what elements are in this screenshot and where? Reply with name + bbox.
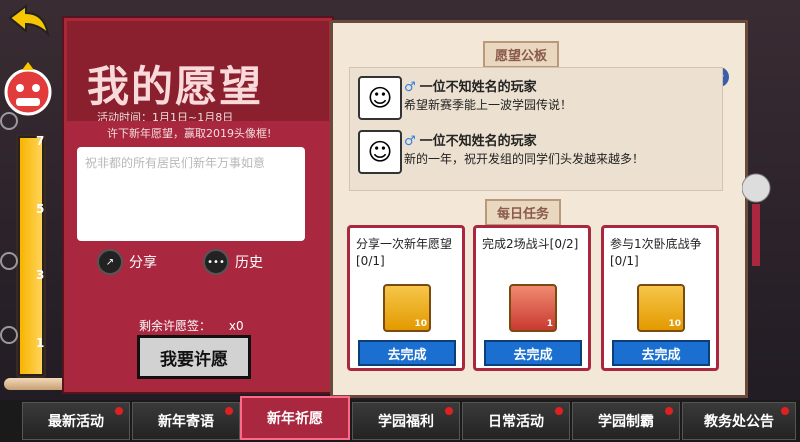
task-card: 完成2场战斗[0/2] 1 去完成 bbox=[473, 225, 591, 371]
task-text: 分享一次新年愿望[0/1] bbox=[356, 237, 453, 268]
notification-dot bbox=[115, 407, 123, 415]
daily-tasks-title: 每日任务 bbox=[485, 199, 562, 226]
remaining-label: 剩余许愿签： bbox=[139, 319, 212, 333]
go-complete-button[interactable]: 去完成 bbox=[484, 340, 582, 366]
gold-bar-icon: 10 bbox=[637, 284, 685, 332]
message-author: 一位不知姓名的玩家 bbox=[419, 134, 537, 149]
binder-ring-icon bbox=[0, 252, 18, 270]
tab-new-year-wish[interactable]: 新年祈愿 bbox=[240, 396, 350, 440]
message-list[interactable]: ☺ ♂ 一位不知姓名的玩家 希望新赛季能上一波学园传说！ ☺ ♂ 一位不知姓名的玩家… bbox=[349, 67, 723, 191]
tab-school-domination[interactable]: 学园制霸 bbox=[572, 402, 680, 440]
go-complete-button[interactable]: 去完成 bbox=[612, 340, 710, 366]
wish-panel-title: 我的愿望 bbox=[87, 62, 264, 111]
tab-label: 学园福利 bbox=[378, 414, 434, 430]
tab-label: 日常活动 bbox=[488, 414, 544, 430]
wish-panel: 我的愿望 活动时间：1月1日~1月8日 许下新年愿望，赢取2019头像框! 祝非… bbox=[64, 18, 332, 392]
remaining-count: x0 bbox=[228, 319, 244, 333]
tab-label: 教务处公告 bbox=[704, 414, 774, 430]
male-icon: ♂ bbox=[404, 80, 416, 95]
tab-label: 新年寄语 bbox=[158, 414, 214, 430]
tab-label: 新年祈愿 bbox=[267, 411, 323, 427]
tab-school-welfare[interactable]: 学园福利 bbox=[352, 402, 460, 440]
history-button[interactable]: ••• 历史 bbox=[203, 249, 263, 275]
avatar: ☺ bbox=[358, 130, 402, 174]
history-icon: ••• bbox=[203, 249, 229, 275]
binder-ring-icon bbox=[0, 112, 18, 130]
message-text: 希望新赛季能上一波学园传说！ bbox=[404, 98, 573, 112]
notification-dot bbox=[445, 407, 453, 415]
gold-bar-icon: 10 bbox=[383, 284, 431, 332]
tab-new-year-message[interactable]: 新年寄语 bbox=[132, 402, 240, 440]
notification-dot bbox=[225, 407, 233, 415]
wish-board-title: 愿望公板 bbox=[483, 41, 560, 68]
share-label: 分享 bbox=[129, 255, 157, 271]
activity-description: 许下新年愿望，赢取2019头像框! bbox=[107, 127, 272, 140]
wish-panel-header: 我的愿望 活动时间：1月1日~1月8日 bbox=[67, 21, 329, 124]
progress-tick-3: 3 bbox=[36, 268, 45, 282]
back-arrow-icon[interactable] bbox=[6, 4, 50, 44]
list-item: ☺ ♂ 一位不知姓名的玩家 希望新赛季能上一波学园传说！ bbox=[354, 72, 714, 122]
task-card: 参与1次卧底战争[0/1] 10 去完成 bbox=[601, 225, 719, 371]
progress-tick-7: 7 bbox=[36, 134, 45, 148]
item-count: 10 bbox=[414, 319, 427, 329]
task-text: 参与1次卧底战争[0/1] bbox=[610, 237, 702, 268]
notification-dot bbox=[555, 407, 563, 415]
message-text: 新的一年，祝开发组的同学们头发越来越多！ bbox=[404, 152, 645, 166]
binder-ring-icon bbox=[0, 326, 18, 344]
task-card: 分享一次新年愿望[0/1] 10 去完成 bbox=[347, 225, 465, 371]
item-count: 1 bbox=[546, 319, 553, 329]
history-label: 历史 bbox=[235, 255, 263, 271]
notification-dot bbox=[665, 407, 673, 415]
tab-label: 最新活动 bbox=[48, 414, 104, 430]
share-button[interactable]: ↗ 分享 bbox=[97, 249, 157, 275]
list-item: ☺ ♂ 一位不知姓名的玩家 新的一年，祝开发组的同学们头发越来越多！ bbox=[354, 126, 714, 176]
tab-latest-events[interactable]: 最新活动 bbox=[22, 402, 130, 440]
progress-tick-5: 5 bbox=[36, 202, 45, 216]
make-wish-button[interactable]: 我要许愿 bbox=[137, 335, 251, 379]
tab-daily-activities[interactable]: 日常活动 bbox=[462, 402, 570, 440]
go-complete-button[interactable]: 去完成 bbox=[358, 340, 456, 366]
wish-input[interactable]: 祝非都的所有居民们新年万事如意 bbox=[77, 147, 305, 241]
notification-dot bbox=[781, 407, 789, 415]
tab-academic-notice[interactable]: 教务处公告 bbox=[682, 402, 796, 440]
share-icon: ↗ bbox=[97, 249, 123, 275]
male-icon: ♂ bbox=[404, 134, 416, 149]
scroll-icon: 1 bbox=[509, 284, 557, 332]
wish-board-panel: 愿望公板 ⟳ ☺ ♂一位不知姓名的玩家 希望新赛季能上一波学园传说！ ☺ ♂一位… bbox=[330, 20, 748, 398]
message-author: 一位不知姓名的玩家 bbox=[419, 80, 537, 95]
task-text: 完成2场战斗[0/2] bbox=[482, 237, 579, 251]
lantern-tassel-icon bbox=[741, 160, 782, 270]
item-count: 10 bbox=[668, 319, 681, 329]
remaining-wishes: 剩余许愿签： x0 bbox=[139, 317, 244, 334]
avatar: ☺ bbox=[358, 76, 402, 120]
progress-tick-1: 1 bbox=[36, 336, 45, 350]
scroll-roll-decoration bbox=[4, 378, 70, 390]
tab-label: 学园制霸 bbox=[598, 414, 654, 430]
